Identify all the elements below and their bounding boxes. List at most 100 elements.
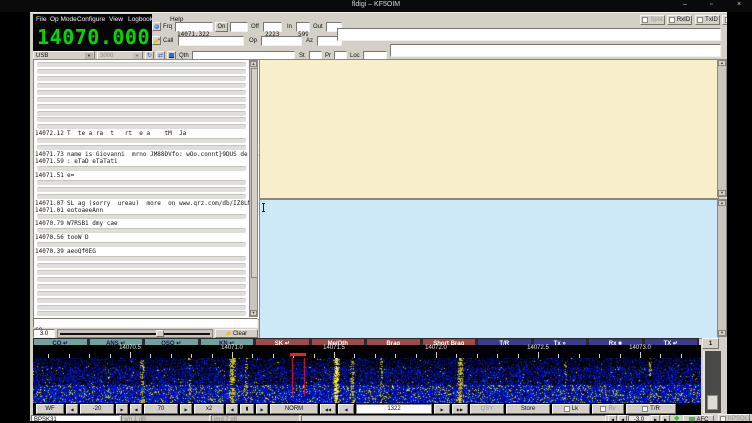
slider-thumb[interactable] bbox=[156, 330, 164, 337]
display-mode-button[interactable]: NORM bbox=[270, 404, 318, 414]
scroll-left-icon[interactable]: ◀ bbox=[226, 404, 238, 414]
browser-row[interactable] bbox=[34, 269, 259, 276]
freq-down-fast-icon[interactable]: ◀◀ bbox=[320, 404, 336, 414]
range-down-icon[interactable]: ◀ bbox=[130, 404, 142, 414]
waterfall-scrollbar-thumb[interactable] bbox=[707, 395, 718, 410]
menu-item-configure[interactable]: Configure bbox=[77, 15, 105, 24]
frq-field[interactable] bbox=[175, 22, 213, 32]
time-off-field[interactable] bbox=[263, 22, 282, 32]
notes-field-bottom[interactable] bbox=[390, 44, 721, 57]
browser-row[interactable] bbox=[34, 137, 259, 144]
scroll-down-icon[interactable]: ▼ bbox=[718, 190, 726, 196]
store-button[interactable]: Store bbox=[506, 404, 550, 414]
call-field[interactable] bbox=[178, 36, 244, 46]
browser-row[interactable] bbox=[34, 165, 259, 172]
browser-row[interactable] bbox=[34, 283, 259, 290]
freq-up-icon[interactable]: ▶ bbox=[434, 404, 450, 414]
tr-toggle-checkbox-icon bbox=[642, 406, 648, 412]
window-titlebar[interactable]: fldigi – KF5OIM – ▫ × bbox=[0, 0, 752, 12]
signal-browser[interactable]: 14072.12T te a ra t rt e a tM Ja14071.73… bbox=[33, 59, 260, 320]
rx-scrollbar[interactable]: ▲ ▼ bbox=[717, 59, 727, 197]
browser-row[interactable] bbox=[34, 255, 259, 262]
scroll-down-icon[interactable]: ▼ bbox=[250, 310, 257, 316]
menu-item-file[interactable]: File bbox=[36, 15, 46, 24]
browser-row[interactable] bbox=[34, 68, 259, 75]
op-label: Op bbox=[249, 37, 257, 45]
minimize-button[interactable]: – bbox=[683, 1, 687, 8]
tx-scrollbar[interactable]: ▲ ▼ bbox=[717, 199, 727, 337]
range-up-icon[interactable]: ▶ bbox=[180, 404, 192, 414]
menu-item-view[interactable]: View bbox=[109, 15, 123, 24]
clear-log-button[interactable] bbox=[152, 36, 161, 45]
bandwidth-select-value: 3000 bbox=[100, 53, 113, 59]
close-button[interactable]: × bbox=[737, 1, 741, 8]
macro-set-button[interactable]: 1 bbox=[702, 338, 719, 349]
browser-empty-line bbox=[37, 90, 246, 95]
time-on-button[interactable]: On bbox=[215, 22, 228, 32]
reverse-toggle[interactable]: Rv bbox=[592, 404, 624, 414]
call-label: Call bbox=[163, 37, 173, 45]
op-field[interactable] bbox=[261, 36, 302, 46]
txid-toggle[interactable]: TxID bbox=[695, 15, 720, 25]
browser-row[interactable] bbox=[34, 241, 259, 248]
browser-row[interactable] bbox=[34, 297, 259, 304]
rx-text-panel[interactable] bbox=[259, 59, 719, 199]
scroll-right-icon[interactable]: ▶ bbox=[256, 404, 268, 414]
ref-level-up-icon[interactable]: ▶ bbox=[116, 404, 128, 414]
browser-empty-line bbox=[37, 214, 246, 219]
rst-in-field[interactable] bbox=[296, 22, 310, 32]
rxid-toggle[interactable]: RxID bbox=[667, 15, 692, 25]
scroll-up-icon[interactable]: ▲ bbox=[250, 61, 257, 67]
browser-empty-line bbox=[37, 187, 246, 192]
browser-row[interactable] bbox=[34, 193, 259, 200]
browser-row[interactable] bbox=[34, 82, 259, 89]
browser-row[interactable] bbox=[34, 123, 259, 130]
browser-scrollbar[interactable]: ▲ ▼ bbox=[249, 60, 258, 317]
browser-row[interactable]: 14071.73name is Giovanni mrno JM88DVfo: … bbox=[34, 151, 259, 158]
browser-seek-field[interactable] bbox=[33, 318, 258, 328]
browser-row[interactable]: 14071.01eotoaeeAnn bbox=[34, 207, 259, 214]
lock-toggle[interactable]: Lk bbox=[552, 404, 590, 414]
maximize-button[interactable]: ▫ bbox=[710, 1, 712, 8]
zoom-button[interactable]: x2 bbox=[194, 404, 224, 414]
range-value[interactable]: 70 bbox=[144, 404, 178, 414]
center-signal-button[interactable]: ▮ bbox=[240, 404, 254, 414]
freq-down-icon[interactable]: ◀ bbox=[338, 404, 354, 414]
ref-level-value[interactable]: -20 bbox=[80, 404, 114, 414]
tx-marker-scale[interactable] bbox=[290, 353, 306, 356]
scroll-down-icon[interactable]: ▼ bbox=[718, 330, 726, 336]
txid-label: TxID bbox=[705, 17, 718, 23]
qso-clock-button[interactable] bbox=[152, 22, 161, 31]
freq-up-fast-icon[interactable]: ▶▶ bbox=[452, 404, 468, 414]
frequency-display[interactable]: 14070.000 bbox=[33, 24, 150, 50]
browser-empty-line bbox=[37, 76, 246, 81]
waterfall-display[interactable] bbox=[33, 358, 701, 404]
menu-item-op-mode[interactable]: Op Mode bbox=[50, 15, 77, 24]
menu-item-logbook[interactable]: Logbook bbox=[128, 15, 153, 24]
time-on-field[interactable] bbox=[230, 22, 248, 32]
browser-row[interactable] bbox=[34, 227, 259, 234]
decode-text: W7RSB1 dmy cae bbox=[67, 220, 118, 227]
browser-row[interactable] bbox=[34, 179, 259, 186]
audio-freq-value[interactable]: 1322 bbox=[356, 404, 432, 414]
scroll-up-icon[interactable]: ▲ bbox=[718, 200, 726, 206]
browser-scrollbar-thumb[interactable] bbox=[251, 68, 258, 278]
browser-empty-line bbox=[37, 311, 246, 316]
ref-level-down-icon[interactable]: ◀ bbox=[66, 404, 78, 414]
browser-clear-button[interactable]: Clear bbox=[215, 329, 258, 338]
browser-row[interactable]: 14070.79W7RSB1 dmy cae bbox=[34, 220, 259, 227]
scroll-up-icon[interactable]: ▲ bbox=[718, 60, 726, 66]
tx-text-panel[interactable] bbox=[259, 199, 719, 339]
browser-row[interactable] bbox=[34, 96, 259, 103]
qsy-button[interactable]: QSY bbox=[470, 404, 504, 414]
browser-squelch-slider[interactable] bbox=[57, 329, 213, 338]
wf-mode-button[interactable]: WF bbox=[36, 404, 64, 414]
notes-field-top[interactable] bbox=[337, 28, 721, 41]
browser-row[interactable] bbox=[34, 310, 259, 317]
lock-toggle-checkbox-icon bbox=[564, 406, 570, 412]
tr-toggle[interactable]: T/R bbox=[626, 404, 676, 414]
browser-row[interactable] bbox=[34, 110, 259, 117]
waterfall-scrollbar[interactable] bbox=[703, 351, 721, 413]
spot-checkbox-icon bbox=[642, 17, 648, 23]
browser-empty-line bbox=[37, 145, 246, 150]
